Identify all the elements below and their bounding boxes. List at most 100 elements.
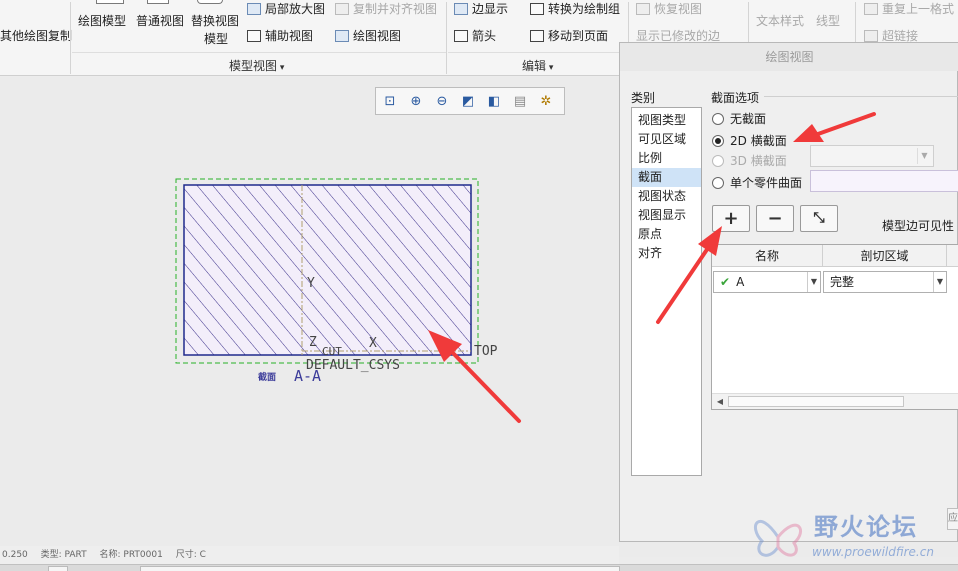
radio-single-part-surface[interactable] xyxy=(712,177,724,189)
line-style-button[interactable]: 线型 xyxy=(816,14,840,28)
bottom-slot[interactable] xyxy=(48,566,68,571)
refit-icon[interactable]: ⊡ xyxy=(382,94,398,110)
section-options-heading: 截面选项 xyxy=(711,91,760,105)
column-header-region[interactable]: 剖切区域 xyxy=(823,245,947,267)
zoom-out-icon[interactable]: ⊖ xyxy=(434,94,450,110)
edge-display-icon xyxy=(454,3,468,15)
section-label[interactable]: 截面 xyxy=(258,370,276,383)
chevron-down-icon: ▼ xyxy=(917,148,931,164)
hyperlink-icon xyxy=(864,30,878,42)
status-scale: 0.250 xyxy=(2,550,28,560)
group-model-views-label[interactable]: 模型视图 xyxy=(229,57,284,74)
replace-view-button[interactable]: 替换视图 xyxy=(191,14,239,28)
radio-no-section[interactable] xyxy=(712,113,724,125)
watermark: 野火论坛 www.proewildfire.cn xyxy=(748,505,958,567)
group-line xyxy=(448,52,622,53)
csys-label-z: Z xyxy=(309,335,317,350)
ribbon-separator xyxy=(446,2,447,74)
datum-label-cut: CUT xyxy=(322,345,342,358)
dialog-title: 绘图视图 xyxy=(620,43,958,71)
repaint-icon[interactable]: ◩ xyxy=(460,94,476,110)
section-view[interactable] xyxy=(174,177,484,367)
column-header-name[interactable]: 名称 xyxy=(712,245,823,267)
single-part-surface-field[interactable] xyxy=(810,170,958,192)
option-3d-cross-section[interactable]: 3D 横截面 xyxy=(712,152,787,169)
watermark-title: 野火论坛 xyxy=(814,513,918,541)
replace-view-button-line2: 模型 xyxy=(204,32,229,46)
flip-section-button[interactable]: ⤡ xyxy=(800,205,838,232)
3d-section-select[interactable]: ▼ xyxy=(810,145,934,167)
convert-icon xyxy=(530,3,544,15)
section-name-label[interactable]: A-A xyxy=(294,367,321,385)
category-item-visible-area[interactable]: 可见区域 xyxy=(632,130,701,149)
status-type: 类型: PART xyxy=(40,550,87,560)
ribbon-separator xyxy=(70,2,71,74)
option-2d-cross-section[interactable]: 2D 横截面 xyxy=(712,132,787,149)
datum-label-top: TOP xyxy=(474,344,498,359)
category-item-view-type[interactable]: 视图类型 xyxy=(632,111,701,130)
radio-2d-cross-section[interactable] xyxy=(712,135,724,147)
saved-views-icon[interactable]: ▤ xyxy=(512,94,528,110)
auxiliary-view-button[interactable]: 辅助视图 xyxy=(247,29,313,43)
watermark-url: www.proewildfire.cn xyxy=(812,545,934,559)
display-style-icon[interactable]: ◧ xyxy=(486,94,502,110)
option-single-part-surface[interactable]: 单个零件曲面 xyxy=(712,174,802,191)
other-drawing-copy-button[interactable]: 其他绘图复制 xyxy=(0,29,72,43)
drawing-view-icon xyxy=(335,30,349,42)
category-item-view-display[interactable]: 视图显示 xyxy=(632,206,701,225)
csys-label-x: X xyxy=(369,336,377,351)
category-item-scale[interactable]: 比例 xyxy=(632,149,701,168)
auxiliary-view-icon xyxy=(247,30,261,42)
ribbon-icon-stub xyxy=(147,0,169,4)
text-style-button[interactable]: 文本样式 xyxy=(756,14,804,28)
category-item-origin[interactable]: 原点 xyxy=(632,225,701,244)
remove-section-button[interactable]: − xyxy=(756,205,794,232)
status-bar: 0.250 类型: PART 名称: PRT0001 尺寸: C xyxy=(0,546,619,564)
add-section-button[interactable]: + xyxy=(712,205,750,232)
drawing-view-button[interactable]: 绘图视图 xyxy=(335,29,401,43)
section-view-graphic xyxy=(175,178,479,364)
repeat-last-format-button[interactable]: 重复上一格式 xyxy=(864,2,954,16)
hyperlink-button[interactable]: 超链接 xyxy=(864,29,918,43)
restore-view-icon xyxy=(636,3,650,15)
scroll-thumb[interactable] xyxy=(728,396,904,407)
convert-to-group-button[interactable]: 转换为绘制组 xyxy=(530,2,620,16)
radio-3d-cross-section[interactable] xyxy=(712,155,724,167)
arrow-icon xyxy=(454,30,468,42)
category-item-view-states[interactable]: 视图状态 xyxy=(632,187,701,206)
table-horizontal-scrollbar[interactable]: ◀ xyxy=(712,393,958,409)
category-item-sections[interactable]: 截面 xyxy=(632,168,701,187)
group-line xyxy=(72,52,446,53)
bottom-slot[interactable] xyxy=(140,566,620,571)
csys-label-y: Y xyxy=(307,276,315,291)
restore-view-button[interactable]: 恢复视图 xyxy=(636,2,702,16)
ribbon-icon-stub xyxy=(96,0,124,4)
datum-display-icon[interactable]: ✲ xyxy=(538,94,554,110)
edge-display-button[interactable]: 边显示 xyxy=(454,2,508,16)
copy-align-icon xyxy=(335,3,349,15)
arrow-button[interactable]: 箭头 xyxy=(454,29,496,43)
column-header-extra xyxy=(947,245,958,267)
option-no-section[interactable]: 无截面 xyxy=(712,110,766,127)
drawing-view-dialog: 绘图视图 类别 视图类型 可见区域 比例 截面 视图状态 视图显示 原点 对齐 … xyxy=(619,42,958,542)
status-name: 名称: PRT0001 xyxy=(99,550,163,560)
normal-view-button[interactable]: 普通视图 xyxy=(136,14,184,28)
copy-align-view-button[interactable]: 复制并对齐视图 xyxy=(335,2,437,16)
check-icon: ✔ xyxy=(720,275,731,289)
detail-view-icon xyxy=(247,3,261,15)
model-edge-visibility-label: 模型边可见性 xyxy=(882,219,955,233)
table-cell-region[interactable]: 完整 ▼ xyxy=(823,271,947,293)
group-edit-label[interactable]: 编辑 xyxy=(522,57,553,74)
table-cell-name[interactable]: ✔ A ▼ xyxy=(713,271,821,293)
zoom-in-icon[interactable]: ⊕ xyxy=(408,94,424,110)
show-modified-edges-button[interactable]: 显示已修改的边 xyxy=(636,29,720,43)
chevron-down-icon[interactable]: ▼ xyxy=(933,272,946,292)
detail-view-button[interactable]: 局部放大图 xyxy=(247,2,325,16)
chevron-down-icon[interactable]: ▼ xyxy=(807,272,820,292)
scroll-left-icon[interactable]: ◀ xyxy=(714,395,726,408)
hatched-section xyxy=(183,184,472,356)
category-item-alignment[interactable]: 对齐 xyxy=(632,244,701,263)
section-table: 名称 剖切区域 ✔ A ▼ 完整 ▼ ◀ xyxy=(711,244,958,410)
general-view-button[interactable]: 绘图模型 xyxy=(78,14,126,28)
move-to-page-button[interactable]: 移动到页面 xyxy=(530,29,608,43)
